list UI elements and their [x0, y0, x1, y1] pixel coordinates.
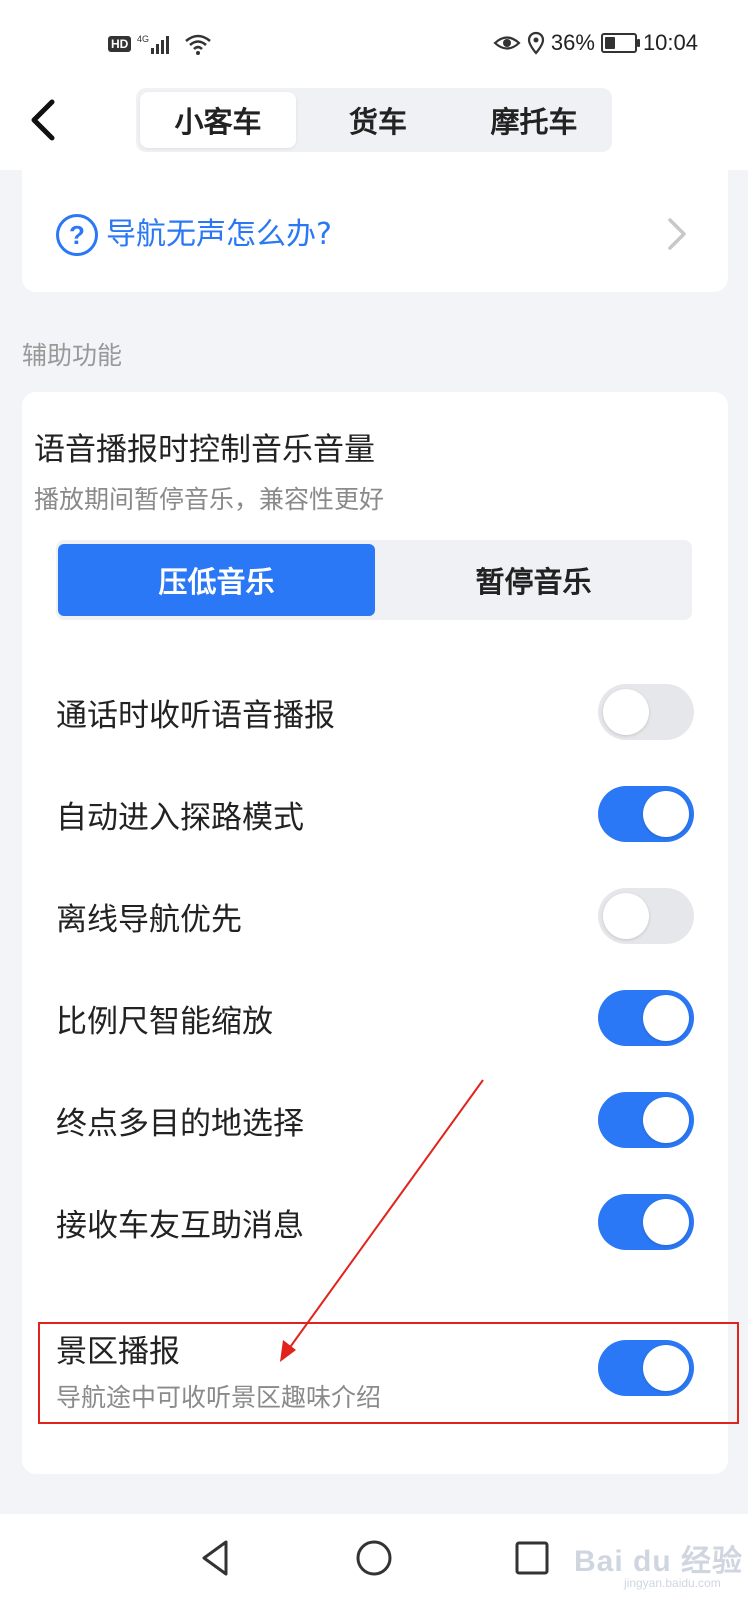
status-right: 36% 10:04: [493, 28, 698, 58]
battery-icon: [600, 33, 640, 53]
toggle-scale-zoom[interactable]: [598, 990, 694, 1046]
wifi-icon: [185, 34, 212, 55]
toggle-knob: [643, 791, 689, 837]
watermark-url: jingyan.baidu.com: [624, 1576, 721, 1590]
battery-percent: 36%: [550, 30, 595, 55]
tab-truck[interactable]: 货车: [300, 88, 456, 152]
recents-square-icon[interactable]: [508, 1534, 556, 1582]
toggle-knob: [603, 893, 649, 939]
toggle-knob: [643, 1199, 689, 1245]
chevron-right-icon: [668, 218, 686, 250]
toggle-offline-nav[interactable]: [598, 888, 694, 944]
toggle-knob: [643, 1097, 689, 1143]
tab-car[interactable]: 小客车: [140, 92, 296, 148]
question-icon: ?: [56, 214, 98, 256]
pause-music-option[interactable]: 暂停音乐: [375, 540, 692, 620]
tab-motorcycle[interactable]: 摩托车: [456, 88, 612, 152]
home-circle-icon[interactable]: [350, 1534, 398, 1582]
setting-label-multi-destination: 终点多目的地选择: [56, 1106, 304, 1142]
toggle-explore-mode[interactable]: [598, 786, 694, 842]
toggle-multi-destination[interactable]: [598, 1092, 694, 1148]
location-icon: [527, 31, 544, 55]
toggle-call-broadcast[interactable]: [598, 684, 694, 740]
toggle-knob: [643, 995, 689, 1041]
eye-icon: [493, 36, 521, 50]
setting-label-offline-nav: 离线导航优先: [56, 902, 242, 938]
setting-label-call-broadcast: 通话时收听语音播报: [56, 698, 335, 734]
clock: 10:04: [642, 30, 698, 55]
volume-control-title: 语音播报时控制音乐音量: [34, 432, 375, 468]
annotation-highlight-box: [38, 1322, 739, 1424]
volume-mode-segment: 压低音乐 暂停音乐: [56, 540, 692, 620]
hd-badge: HD: [108, 36, 132, 52]
setting-label-explore-mode: 自动进入探路模式: [56, 800, 304, 836]
volume-control-subtitle: 播放期间暂停音乐，兼容性更好: [34, 485, 385, 514]
back-triangle-icon[interactable]: [192, 1534, 240, 1582]
lower-music-option[interactable]: 压低音乐: [58, 544, 375, 616]
toggle-knob: [603, 689, 649, 735]
setting-label-scale-zoom: 比例尺智能缩放: [56, 1004, 273, 1040]
help-link-text: 导航无声怎么办?: [106, 217, 332, 252]
help-card[interactable]: ? 导航无声怎么办?: [22, 170, 728, 292]
watermark: Bai du 经验: [574, 1545, 744, 1578]
svg-text:4G: 4G: [137, 34, 149, 44]
setting-label-friend-help: 接收车友互助消息: [56, 1208, 304, 1244]
back-arrow-icon[interactable]: [26, 98, 62, 142]
section-title: 辅助功能: [22, 341, 123, 370]
signal-icon: 4G: [137, 34, 170, 54]
status-bar: HD 4G 36% 10:04: [0, 0, 748, 88]
vehicle-tabs: 小客车 货车 摩托车: [136, 88, 612, 152]
status-left: HD 4G: [108, 30, 213, 58]
toggle-friend-help[interactable]: [598, 1194, 694, 1250]
